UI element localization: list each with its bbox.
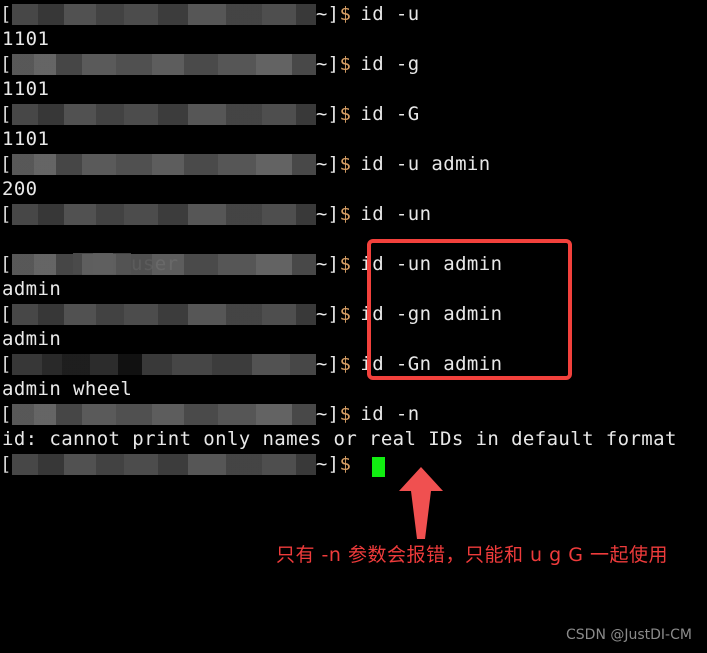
terminal-prompt-line: [ ~] $ id -n: [0, 402, 707, 427]
redacted-user-host: [11, 404, 316, 425]
prompt-dollar: $: [339, 53, 352, 75]
redacted-user-host: [11, 454, 316, 475]
terminal-command: id -u admin: [360, 153, 491, 175]
terminal-prompt-line: [ ~] $ id -u admin: [0, 152, 707, 177]
terminal-prompt-line: [ ~] $ id -un admin: [0, 252, 707, 277]
prompt-tail: ~]: [315, 303, 340, 325]
prompt-tail: ~]: [315, 103, 340, 125]
terminal-screenshot: [ ~] $ id -u 1101 [ ~] $ id -g 1101 [ ~]…: [0, 0, 707, 653]
terminal-cursor: [372, 457, 385, 477]
prompt-dollar: $: [339, 253, 352, 275]
prompt-bracket-open: [: [0, 253, 12, 275]
prompt-dollar: $: [339, 103, 352, 125]
prompt-bracket-open: [: [0, 353, 12, 375]
terminal-command: id -G: [360, 103, 420, 125]
terminal-prompt-line: [ ~] $ id -gn admin: [0, 302, 707, 327]
prompt-tail: ~]: [315, 253, 340, 275]
prompt-dollar: $: [339, 403, 352, 425]
redacted-user-host: [11, 354, 316, 375]
terminal-error-output: id: cannot print only names or real IDs …: [2, 428, 677, 450]
terminal-prompt-line: [ ~] $ id -G: [0, 102, 707, 127]
prompt-dollar: $: [339, 203, 352, 225]
terminal-command: id -n: [360, 403, 420, 425]
redacted-user-host: [11, 4, 316, 25]
prompt-tail: ~]: [315, 3, 340, 25]
red-arrow-icon: [399, 467, 443, 539]
watermark-text: CSDN @JustDI-CM: [566, 627, 692, 643]
terminal-output-line: 1101: [2, 128, 50, 150]
prompt-bracket-open: [: [0, 403, 12, 425]
redacted-user-host: [11, 104, 316, 125]
prompt-tail: ~]: [315, 153, 340, 175]
prompt-dollar: $: [339, 153, 352, 175]
terminal-output-line: admin: [2, 278, 62, 300]
prompt-bracket-open: [: [0, 3, 12, 25]
terminal-command-highlighted: id -un admin: [360, 253, 503, 275]
prompt-tail: ~]: [315, 203, 340, 225]
prompt-bracket-open: [: [0, 53, 12, 75]
terminal-prompt-line: [ ~] $ id -g: [0, 52, 707, 77]
prompt-tail: ~]: [315, 53, 340, 75]
prompt-bracket-open: [: [0, 203, 12, 225]
annotation-note: 只有 -n 参数会报错，只能和 u g G 一起使用: [276, 544, 668, 566]
terminal-command-highlighted: id -Gn admin: [360, 353, 503, 375]
terminal-prompt-line-active[interactable]: [ ~] $: [0, 452, 707, 477]
terminal-prompt-line: [ ~] $ id -un: [0, 202, 707, 227]
terminal-command: id -un: [360, 203, 432, 225]
prompt-dollar: $: [339, 3, 352, 25]
terminal-prompt-line: [ ~] $ id -u: [0, 2, 707, 27]
prompt-tail: ~]: [315, 403, 340, 425]
redacted-user-host: [11, 204, 316, 225]
terminal-output-line: 1101: [2, 78, 50, 100]
terminal-prompt-line: [ ~] $ id -Gn admin: [0, 352, 707, 377]
terminal-output-line: 200: [2, 178, 38, 200]
redacted-user-host: [11, 54, 316, 75]
prompt-bracket-open: [: [0, 153, 12, 175]
redacted-user-host: [11, 154, 316, 175]
prompt-bracket-open: [: [0, 303, 12, 325]
prompt-bracket-open: [: [0, 103, 12, 125]
terminal-command: id -g: [360, 53, 420, 75]
terminal-command: id -u: [360, 3, 420, 25]
terminal-output-area[interactable]: [ ~] $ id -u 1101 [ ~] $ id -g 1101 [ ~]…: [0, 0, 707, 485]
prompt-bracket-open: [: [0, 453, 12, 475]
terminal-output-line-redacted: user: [0, 227, 707, 275]
prompt-tail: ~]: [315, 353, 340, 375]
terminal-output-line: 1101: [2, 28, 50, 50]
terminal-output-line: admin wheel: [2, 378, 133, 400]
terminal-command-highlighted: id -gn admin: [360, 303, 503, 325]
prompt-dollar: $: [339, 303, 352, 325]
prompt-tail: ~]: [315, 453, 340, 475]
terminal-output-line: admin: [2, 328, 62, 350]
redacted-user-host: [11, 304, 316, 325]
redacted-user-host: [11, 254, 316, 275]
prompt-dollar: $: [339, 453, 352, 475]
prompt-dollar: $: [339, 353, 352, 375]
